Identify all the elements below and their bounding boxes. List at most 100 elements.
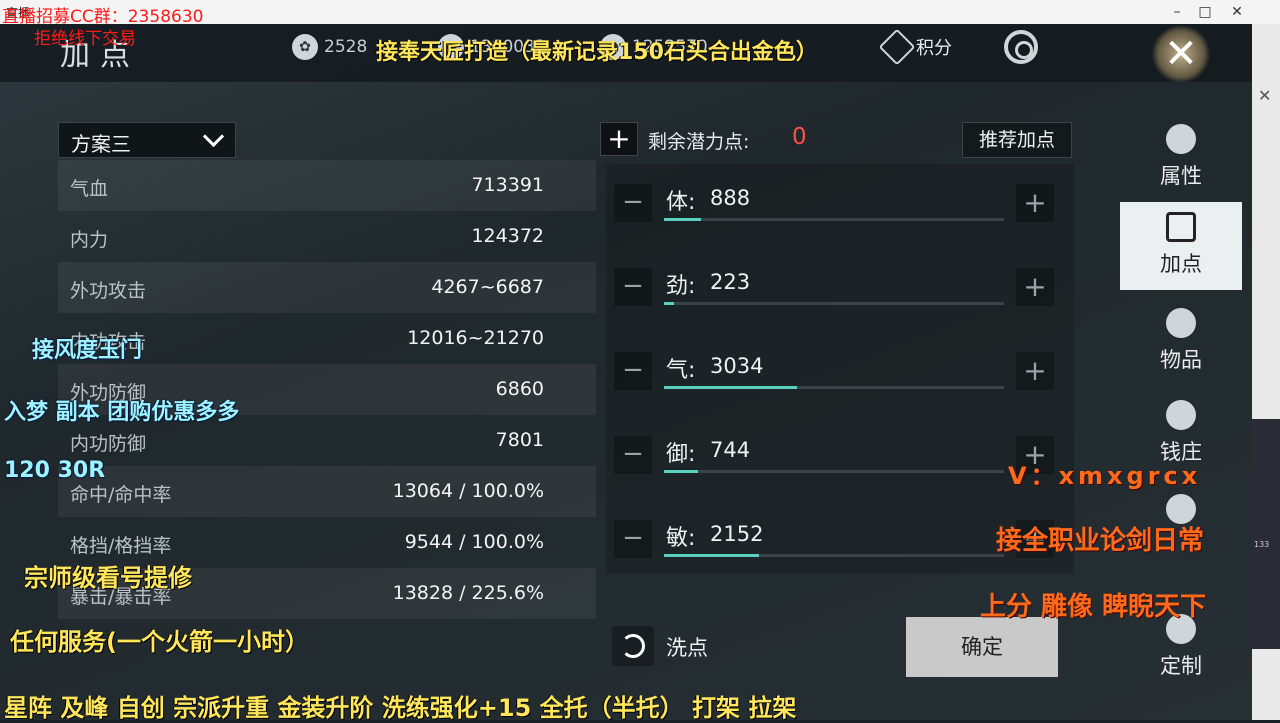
film-reel-icon: ✿ — [292, 34, 318, 60]
diamond-icon — [878, 28, 916, 66]
overlay-cyan-1: 接风度玉门 — [32, 338, 143, 363]
reset-points-label[interactable]: 洗点 — [666, 632, 708, 662]
points-display[interactable]: 积分 — [878, 28, 952, 66]
window-close-button[interactable]: ✕ — [1226, 2, 1248, 22]
attribute-list: − 体: 888 + − 劲: 223 + − 气: 3034 + − 御: 7… — [606, 164, 1074, 574]
increase-button[interactable]: + — [1016, 268, 1054, 306]
nav-attributes[interactable]: 属性 — [1120, 114, 1242, 202]
decrease-button[interactable]: − — [614, 520, 652, 558]
browser-badge: 133 — [1254, 540, 1270, 549]
stat-row: 外功攻击 4267~6687 — [58, 262, 596, 313]
stat-label: 内力 — [70, 229, 109, 251]
sliders-icon — [1166, 212, 1196, 242]
stat-value: 4267~6687 — [431, 276, 544, 298]
scheme-selected: 方案三 — [71, 132, 131, 156]
decrease-button[interactable]: − — [614, 352, 652, 390]
attribute-value: 3034 — [710, 354, 764, 378]
stat-label: 格挡/格挡率 — [70, 535, 172, 557]
scholar-hat-icon — [1166, 124, 1196, 154]
recommend-points-button[interactable]: 推荐加点 — [962, 122, 1072, 158]
stat-value: 6860 — [495, 378, 544, 400]
increase-button[interactable]: + — [1016, 352, 1054, 390]
scheme-dropdown[interactable]: 方案三 — [58, 122, 236, 158]
attribute-name: 敏: — [666, 526, 696, 551]
chevron-down-icon — [202, 125, 225, 148]
attribute-bar-fill — [664, 470, 698, 473]
attribute-bar — [664, 386, 1004, 389]
attribute-value: 2152 — [710, 522, 764, 546]
nav-label: 加点 — [1160, 252, 1202, 276]
overlay-orange-3: 上分 雕像 睥睨天下 — [980, 592, 1207, 622]
attribute-bar — [664, 554, 1004, 557]
add-potential-button[interactable]: + — [600, 122, 638, 156]
nav-items[interactable]: 物品 — [1120, 298, 1242, 386]
nav-add-points[interactable]: 加点 — [1120, 202, 1242, 290]
overlay-forge-text: 接奉天匠打造（最新记录150石头合出金色） — [376, 40, 818, 65]
overlay-services-bar: 星阵 及峰 自创 宗派升重 金装升阶 洗练强化+15 全托（半托） 打架 拉架 — [4, 694, 797, 722]
stat-row: 命中/命中率 13064 / 100.0% — [58, 466, 596, 517]
currency-1: ✿ 2528 — [292, 34, 367, 60]
attribute-row: − 御: 744 + — [606, 416, 1074, 476]
remaining-points-label: 剩余潜力点: — [648, 131, 750, 153]
overlay-yellow-1: 宗师级看号提修 — [24, 564, 192, 592]
reset-icon — [621, 634, 645, 658]
stat-label: 气血 — [70, 178, 109, 200]
confirm-button[interactable]: 确定 — [906, 617, 1058, 677]
attribute-row: − 气: 3034 + — [606, 332, 1074, 392]
background-window-preview — [1252, 419, 1280, 649]
attribute-name: 气: — [666, 358, 696, 383]
stat-label: 外功攻击 — [70, 280, 147, 302]
attribute-bar — [664, 218, 1004, 221]
background-browser-strip: ✕ 133 — [1252, 24, 1280, 720]
browser-close-icon[interactable]: ✕ — [1258, 86, 1271, 105]
attribute-bar-fill — [664, 386, 797, 389]
attribute-bar — [664, 470, 1004, 473]
stat-value: 124372 — [471, 225, 544, 247]
attribute-value: 888 — [710, 186, 751, 210]
nav-label: 物品 — [1160, 348, 1202, 372]
attribute-value: 744 — [710, 438, 751, 462]
stats-list: 气血 713391 内力 124372 外功攻击 4267~6687 内功攻击 1201… — [58, 160, 596, 619]
increase-button[interactable]: + — [1016, 184, 1054, 222]
attribute-bar-fill — [664, 554, 760, 557]
stat-value: 713391 — [471, 174, 544, 196]
remaining-points-value: 0 — [792, 124, 807, 150]
attribute-bar-fill — [664, 218, 702, 221]
attribute-bar — [664, 302, 1004, 305]
stat-value: 12016~21270 — [407, 327, 544, 349]
stat-value: 13064 / 100.0% — [392, 480, 544, 502]
overlay-orange-2: 接全职业论剑日常 — [996, 526, 1205, 556]
money-bag-icon — [1166, 400, 1196, 430]
panel-close-button[interactable]: ✕ — [1150, 26, 1212, 82]
bag-icon — [1166, 308, 1196, 338]
decrease-button[interactable]: − — [614, 268, 652, 306]
stat-value: 7801 — [495, 429, 544, 451]
overlay-contact: V：xmxgrcx — [1008, 462, 1202, 490]
attribute-value: 223 — [710, 270, 751, 294]
attribute-row: − 劲: 223 + — [606, 248, 1074, 308]
attribute-bar-fill — [664, 302, 675, 305]
stat-label: 内功防御 — [70, 433, 147, 455]
stat-label: 命中/命中率 — [70, 484, 172, 506]
overlay-cyan-3: 120 30R — [4, 458, 106, 483]
settings-gear-icon[interactable] — [1004, 30, 1038, 64]
side-nav: 属性 加点 物品 钱庄 定制 — [1120, 84, 1242, 720]
minimize-button[interactable]: – — [1166, 2, 1188, 22]
points-label: 积分 — [916, 38, 952, 59]
nav-label: 定制 — [1160, 654, 1202, 678]
maximize-button[interactable]: □ — [1194, 2, 1216, 22]
currency-1-value: 2528 — [324, 37, 368, 57]
reset-points-button[interactable] — [612, 626, 654, 666]
overlay-offline-text: 拒绝线下交易 — [34, 29, 136, 49]
attribute-name: 劲: — [666, 274, 696, 299]
stat-row: 气血 713391 — [58, 160, 596, 211]
stat-value: 9544 / 100.0% — [404, 531, 544, 553]
stat-row: 内力 124372 — [58, 211, 596, 262]
overlay-yellow-2: 任何服务(一个火箭一小时） — [10, 628, 309, 656]
attribute-name: 御: — [666, 442, 696, 467]
attribute-row: − 体: 888 + — [606, 164, 1074, 224]
nav-label: 属性 — [1160, 164, 1202, 188]
decrease-button[interactable]: − — [614, 184, 652, 222]
decrease-button[interactable]: − — [614, 436, 652, 474]
stat-value: 13828 / 225.6% — [392, 582, 544, 604]
